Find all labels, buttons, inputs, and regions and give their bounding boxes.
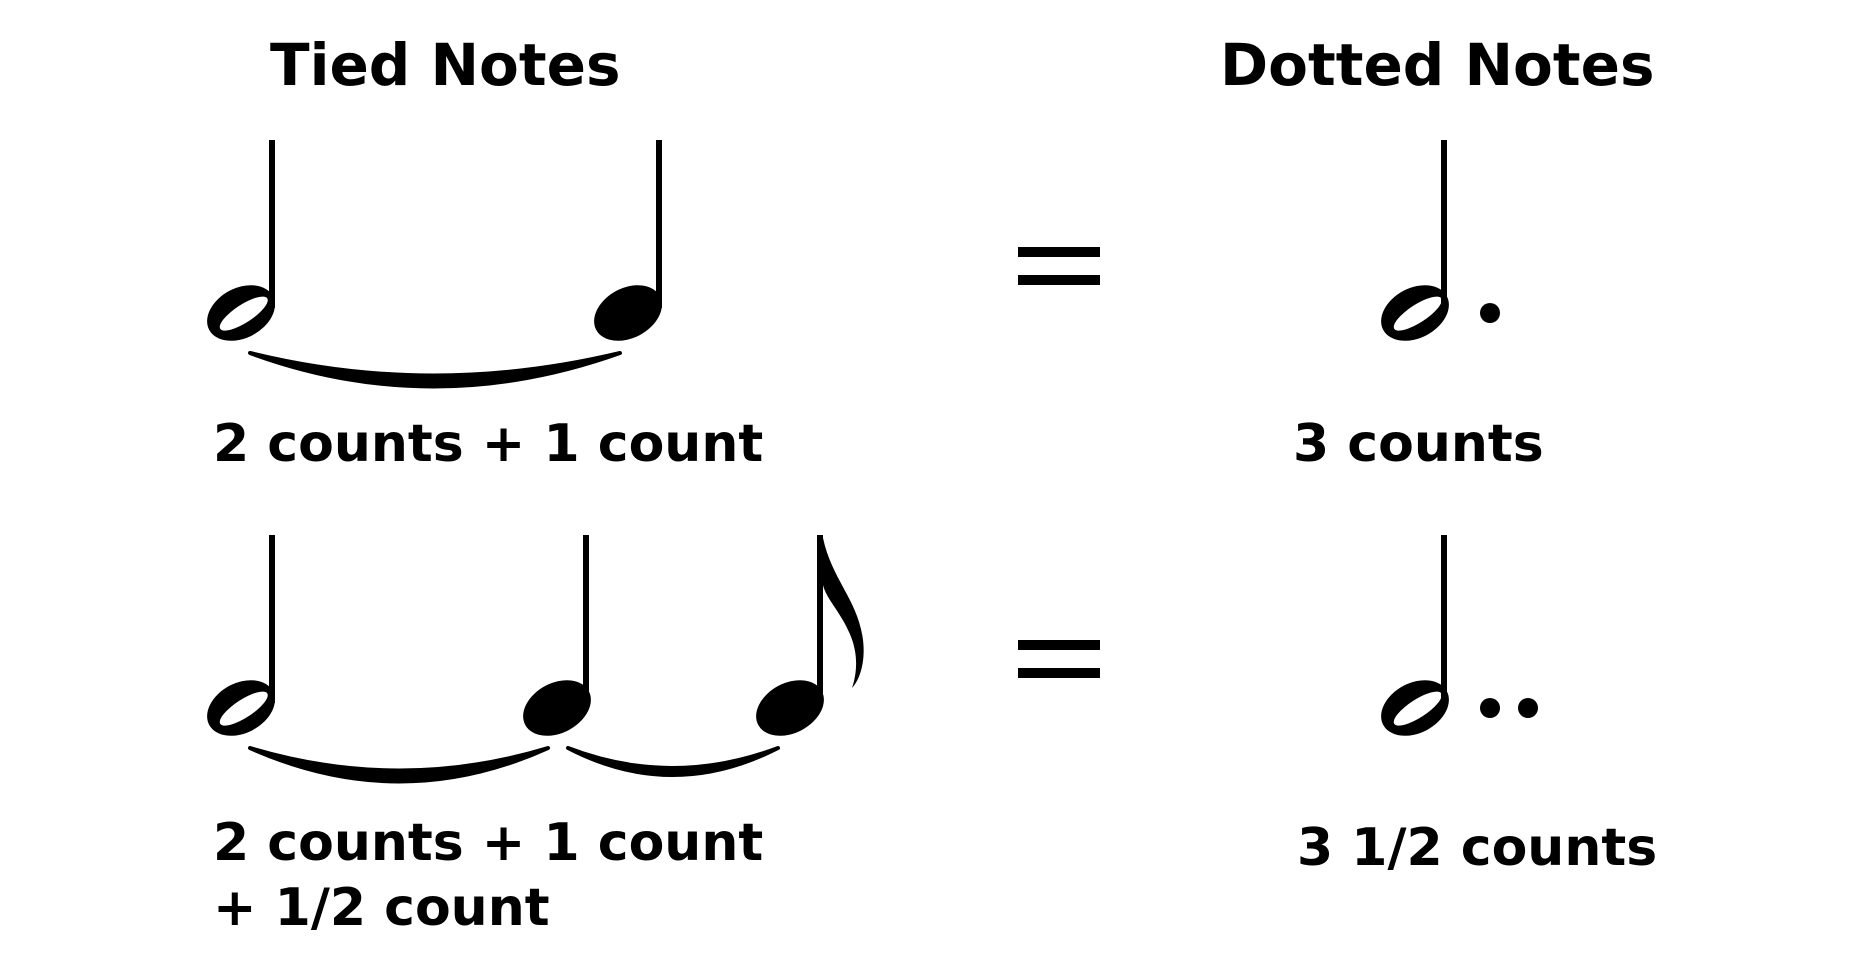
row2-tied-label-line1: 2 counts + 1 count bbox=[213, 813, 764, 873]
tied-vs-dotted-notes-diagram: Tied Notes Dotted Notes 2 counts + 1 cou… bbox=[0, 0, 1858, 980]
augmentation-dot-icon bbox=[1480, 303, 1500, 323]
row2-half-note-icon bbox=[197, 535, 285, 747]
row1-quarter-note-icon bbox=[584, 140, 672, 352]
row2-tied-label-line2: + 1/2 count bbox=[213, 878, 550, 938]
row1-equals-sign bbox=[1018, 247, 1100, 285]
row2-quarter-note-icon bbox=[513, 535, 601, 747]
row2-tied-notes bbox=[197, 535, 864, 784]
row1-half-note-icon bbox=[197, 140, 285, 352]
augmentation-dot-icon bbox=[1480, 698, 1500, 718]
row2-double-dotted-half-note-icon bbox=[1371, 535, 1538, 747]
row1-dotted-half-note-icon bbox=[1371, 140, 1500, 352]
row1-tie-arc bbox=[248, 351, 622, 389]
row1-tied-notes bbox=[197, 140, 672, 389]
row1-dotted-label: 3 counts bbox=[1293, 414, 1544, 474]
row2-dotted-label: 3 1/2 counts bbox=[1297, 818, 1658, 878]
row2-tie-arc-2 bbox=[566, 746, 780, 777]
augmentation-dot-icon bbox=[1518, 698, 1538, 718]
row1-tied-label: 2 counts + 1 count bbox=[213, 414, 764, 474]
row2-equals-sign bbox=[1018, 640, 1100, 678]
row2-eighth-note-icon bbox=[746, 535, 864, 747]
row2-tie-arc-1 bbox=[248, 746, 550, 784]
